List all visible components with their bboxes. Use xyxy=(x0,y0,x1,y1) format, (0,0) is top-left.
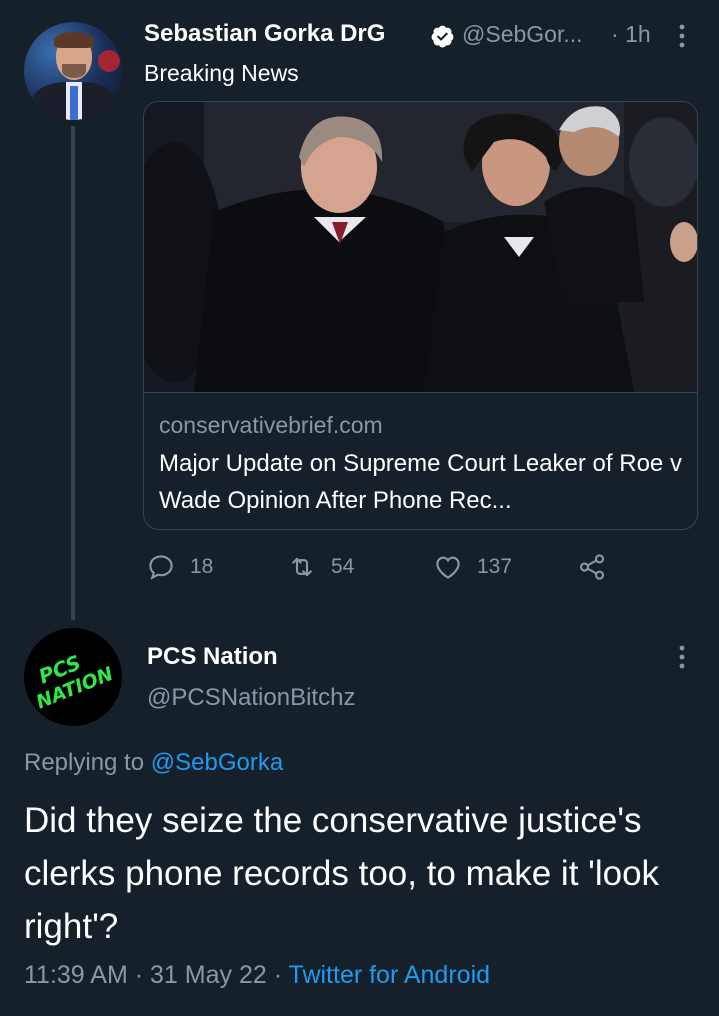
card-title: Major Update on Supreme Court Leaker of … xyxy=(159,450,682,514)
tweet-date[interactable]: 31 May 22 xyxy=(150,961,267,989)
reply-button[interactable]: 18 xyxy=(146,552,213,582)
replying-to: Replying to @SebGorka xyxy=(24,749,284,776)
thread-line xyxy=(71,126,75,620)
reply-author-handle[interactable]: @PCSNationBitchz xyxy=(147,684,355,712)
share-icon xyxy=(579,554,605,580)
tweet-source-link[interactable]: Twitter for Android xyxy=(289,961,490,989)
retweet-icon xyxy=(292,557,312,577)
author-avatar[interactable] xyxy=(24,22,122,120)
card-domain: conservativebrief.com xyxy=(159,412,383,438)
link-card[interactable]: conservativebrief.com Major Update on Su… xyxy=(143,101,698,530)
author-name[interactable]: Sebastian Gorka DrG xyxy=(144,20,385,48)
pcs-nation-logo: PCS NATION xyxy=(33,650,116,713)
author-handle[interactable]: @SebGor... xyxy=(462,21,583,48)
tweet-time[interactable]: · 1h xyxy=(611,21,651,48)
reply-icon xyxy=(149,555,173,580)
more-icon[interactable] xyxy=(673,643,691,671)
tweet-text: Breaking News xyxy=(144,60,299,86)
tweet-timestamp[interactable]: 11:39 AM xyxy=(24,961,128,989)
card-divider xyxy=(144,392,697,393)
like-button[interactable]: 137 xyxy=(433,552,512,582)
mention-link[interactable]: @SebGorka xyxy=(151,749,283,776)
tweet-meta: 11:39 AM · 31 May 22 · Twitter for Andro… xyxy=(24,961,491,989)
card-image xyxy=(144,102,697,392)
retweet-count: 54 xyxy=(331,555,355,578)
reply-author-avatar[interactable]: PCS NATION xyxy=(24,628,122,726)
verified-badge-icon xyxy=(431,25,454,48)
share-button[interactable] xyxy=(577,552,621,582)
reply-author-name[interactable]: PCS Nation xyxy=(147,643,278,671)
like-icon xyxy=(436,556,460,579)
more-icon[interactable] xyxy=(673,22,691,50)
reply-count: 18 xyxy=(190,555,214,578)
retweet-button[interactable]: 54 xyxy=(287,552,354,582)
like-count: 137 xyxy=(477,555,513,578)
reply-text: Did they seize the conservative justice'… xyxy=(24,801,660,946)
